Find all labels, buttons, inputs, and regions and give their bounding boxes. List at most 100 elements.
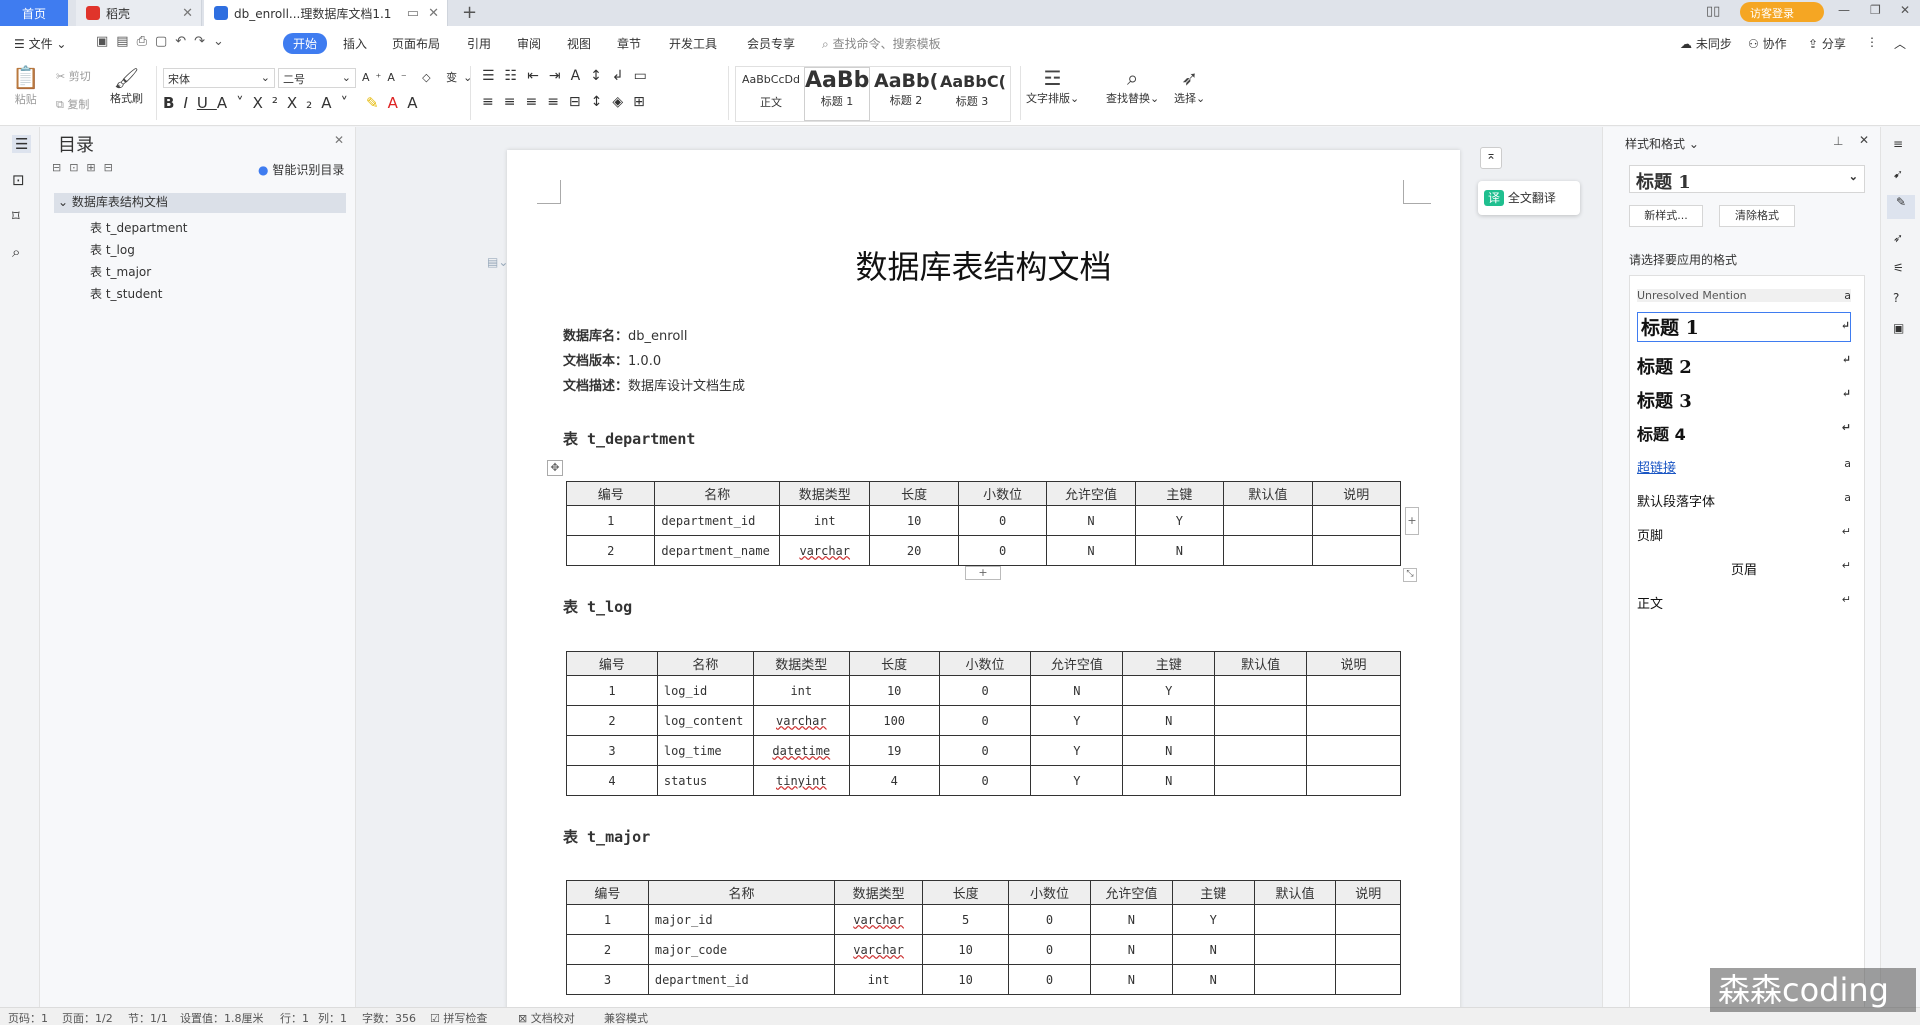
tab-document[interactable]: db_enroll...理数据库文档1.1 ▭ ✕ — [204, 0, 448, 26]
style-heading1[interactable]: AaBb 标题 1 — [804, 67, 870, 121]
toc-item-t-student[interactable]: 表 t_student — [90, 285, 162, 302]
toc-icon[interactable]: ☰ — [12, 135, 32, 153]
menu-member[interactable]: 会员专享 — [747, 35, 795, 52]
smart-icon: ● — [258, 163, 269, 177]
search-icon[interactable]: ⌕ — [12, 243, 20, 261]
style-item-heading2[interactable]: 标题 2 ↵ — [1637, 353, 1851, 379]
layout-icon[interactable]: ▯▯ — [1706, 4, 1720, 19]
smart-toc-button[interactable]: ● 智能识别目录 — [258, 161, 344, 178]
collapse-ribbon-icon[interactable]: ︿ — [1894, 35, 1906, 52]
more-icon[interactable]: ⋮ — [1866, 35, 1878, 49]
meta-version: 文档版本：1.0.0 — [563, 354, 662, 369]
style-item-normal[interactable]: 正文 ↵ — [1637, 593, 1851, 612]
style-item-default-font[interactable]: 默认段落字体 a — [1637, 491, 1851, 510]
toc-item-t-major[interactable]: 表 t_major — [90, 263, 151, 280]
status-pages[interactable]: 页面：1/2 — [62, 1010, 113, 1025]
heading-t-log: 表 t_log — [563, 598, 633, 616]
style-normal[interactable]: AaBbCcDd 正文 — [740, 73, 802, 110]
adjust-icon[interactable]: ⚟ — [1893, 261, 1904, 275]
menu-view[interactable]: 视图 — [567, 35, 591, 52]
font-select[interactable]: 宋体 ⌄ — [163, 68, 275, 88]
collab-button[interactable]: ⚇ 协作 — [1748, 35, 1787, 52]
toc-item-t-log[interactable]: 表 t_log — [90, 241, 135, 258]
minimize-icon[interactable]: — — [1838, 3, 1850, 17]
text-layout-button[interactable]: ☲ 文字排版⌄ — [1026, 66, 1079, 106]
spell-check-toggle[interactable]: ☑ 拼写检查 — [430, 1010, 487, 1025]
menu-reference[interactable]: 引用 — [467, 35, 491, 52]
command-search[interactable]: ⌕ 查找命令、搜索模板 — [822, 35, 941, 52]
pin-icon[interactable]: ⊥ — [1833, 134, 1843, 148]
proof-button[interactable]: ⊠ 文档校对 — [518, 1010, 575, 1025]
font-size-tools[interactable]: A⁺A⁻ ◇ 变⌄ — [362, 69, 478, 85]
list-indent-tools[interactable]: ☰☷⇤⇥A↕↲▭ — [482, 68, 657, 84]
clear-format-button[interactable]: 清除格式 — [1719, 205, 1795, 227]
style-heading2[interactable]: AaBb( 标题 2 — [874, 70, 938, 108]
sync-status[interactable]: ☁ 未同步 — [1680, 35, 1732, 52]
size-select[interactable]: 二号 ⌄ — [278, 68, 356, 88]
style-item-heading4[interactable]: 标题 4 ↵ — [1637, 421, 1851, 445]
style-item-heading1[interactable]: 标题 1 ↵ — [1637, 312, 1851, 342]
help-icon[interactable]: ? — [1893, 291, 1899, 305]
style-heading3[interactable]: AaBbC( 标题 3 — [940, 72, 1006, 109]
close-icon[interactable]: ✕ — [428, 6, 439, 21]
bookmark-icon[interactable]: ⌑ — [12, 207, 20, 225]
menu-file[interactable]: ☰ 文件 ⌄ — [14, 35, 66, 52]
format-painter-button[interactable]: 🖌 格式刷 — [110, 66, 143, 106]
table-t-log: 编号 名称 数据类型 长度 小数位 允许空值 主键 默认值 说明 1 log_id int… — [566, 651, 1401, 796]
menu-layout[interactable]: 页面布局 — [392, 35, 440, 52]
table-resize-icon[interactable]: ⤡ — [1403, 568, 1417, 582]
image-tools-icon[interactable]: ▣ — [1893, 321, 1904, 335]
menu-chapter[interactable]: 章节 — [617, 35, 641, 52]
paragraph-align-tools[interactable]: ≡≡≡≡⊟↕◈⊞ — [482, 94, 655, 110]
page-note-icon[interactable]: ▤⌄ — [487, 255, 508, 269]
add-row-button[interactable]: + — [965, 566, 1001, 580]
tab-home[interactable]: 首页 — [0, 0, 68, 26]
menu-review[interactable]: 审阅 — [517, 35, 541, 52]
copy-button[interactable]: ⧉ 复制 — [56, 96, 89, 112]
style-pen-icon[interactable]: ✎ — [1887, 195, 1915, 219]
login-button[interactable]: 访客登录 — [1740, 2, 1824, 22]
select-cursor-icon[interactable]: ➶ — [1893, 231, 1903, 245]
toc-level-tools[interactable]: ⊟⊡⊞⊟ — [52, 161, 121, 174]
close-icon[interactable]: ✕ — [182, 6, 193, 21]
font-style-tools[interactable]: BIUA˅X²X₂A˅ — [163, 94, 357, 112]
toc-root-item[interactable]: ⌄ 数据库表结构文档 — [54, 193, 346, 213]
share-button[interactable]: ⇪ 分享 — [1808, 35, 1846, 52]
quick-access-icons[interactable]: ▣▤⎙▢↶↷⌄ — [96, 34, 232, 49]
add-column-button[interactable]: + — [1405, 507, 1419, 535]
menu-devtools[interactable]: 开发工具 — [669, 35, 717, 52]
style-item-footer[interactable]: 页脚 ↵ — [1637, 525, 1851, 544]
new-style-button[interactable]: 新样式... — [1629, 205, 1703, 227]
styles-close-icon[interactable]: ✕ — [1859, 133, 1869, 147]
cut-button[interactable]: ✂ 剪切 — [56, 68, 91, 84]
menu-lines-icon[interactable]: ≡ — [1893, 137, 1903, 151]
status-page: 页码：1 — [8, 1012, 48, 1025]
style-item-header[interactable]: 页眉 ↵ — [1637, 559, 1851, 578]
translate-button[interactable]: 译 全文翻译 — [1478, 181, 1580, 215]
style-item-hyperlink[interactable]: 超链接 a — [1637, 457, 1851, 476]
status-words[interactable]: 字数：356 — [362, 1010, 416, 1025]
highlight-color-tools[interactable]: ✎AA — [366, 94, 427, 112]
table-t-department: 编号 名称 数据类型 长度 小数位 允许空值 主键 默认值 说明 1 department… — [565, 481, 1402, 566]
tab-minimize-icon[interactable]: ▭ — [407, 6, 419, 21]
daoke-logo-icon — [86, 6, 100, 20]
toc-close-icon[interactable]: ✕ — [334, 133, 344, 147]
select-button[interactable]: ➶ 选择⌄ — [1174, 66, 1205, 106]
style-item-heading3[interactable]: 标题 3 ↵ — [1637, 387, 1851, 413]
toc-item-t-department[interactable]: 表 t_department — [90, 219, 188, 236]
collapse-icon[interactable]: ⌅ — [1480, 147, 1502, 169]
style-item-unresolved-mention[interactable]: Unresolved Mention a — [1637, 289, 1851, 302]
tab-daoke[interactable]: 稻壳 ✕ — [76, 0, 202, 26]
rocket-icon[interactable]: ➹ — [1893, 167, 1903, 181]
navigation-icon[interactable]: ⊡ — [12, 171, 25, 189]
menu-start[interactable]: 开始 — [283, 33, 328, 54]
left-icon-rail: ☰ ⊡ ⌑ ⌕ — [0, 127, 40, 1007]
menu-insert[interactable]: 插入 — [343, 35, 367, 52]
paste-button[interactable]: 📋 粘贴 — [12, 66, 39, 107]
new-tab-icon[interactable]: + — [462, 2, 477, 23]
restore-icon[interactable]: ❐ — [1870, 3, 1881, 17]
find-replace-button[interactable]: ⌕ 查找替换⌄ — [1106, 66, 1159, 106]
window-close-icon[interactable]: ✕ — [1900, 3, 1910, 17]
current-style-select[interactable]: 标题 1 ⌄ — [1629, 165, 1865, 193]
table-move-icon[interactable]: ✥ — [547, 460, 563, 476]
